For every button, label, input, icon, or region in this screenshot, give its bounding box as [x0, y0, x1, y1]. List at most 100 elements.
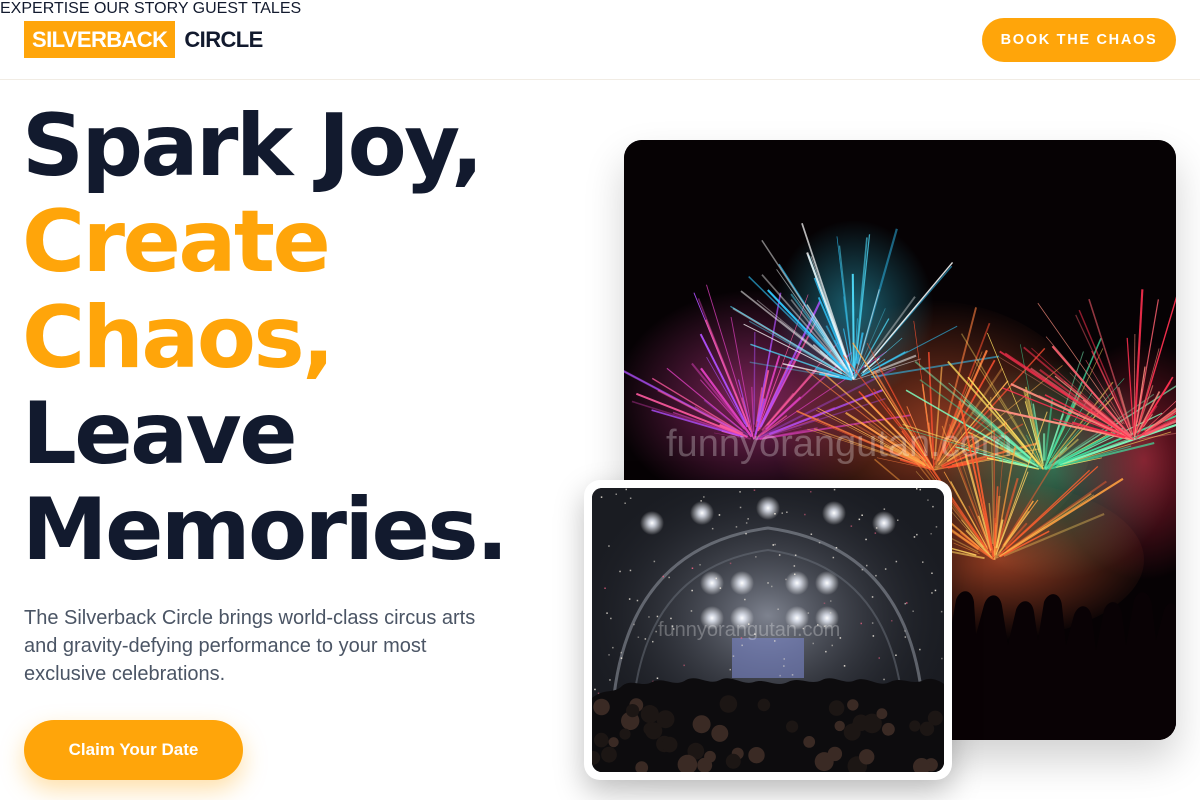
- headline-line-2: Create: [22, 192, 331, 292]
- confetti-piece: [732, 655, 735, 657]
- site-header: SILVERBACK CIRCLE EXPERTISE OUR STORY GU…: [0, 0, 1200, 80]
- confetti-piece: [932, 505, 934, 508]
- crowd-head: [828, 700, 845, 716]
- confetti-piece: [861, 568, 864, 571]
- confetti-piece: [690, 610, 693, 612]
- confetti-piece: [656, 677, 659, 679]
- stage-light: [640, 511, 664, 535]
- crowd-head: [852, 714, 870, 732]
- crowd-head: [626, 704, 640, 718]
- confetti-piece: [637, 636, 640, 638]
- confetti-piece: [711, 527, 714, 530]
- confetti-piece: [865, 538, 867, 541]
- book-the-chaos-button[interactable]: BOOK THE CHAOS: [982, 18, 1176, 62]
- confetti-piece: [741, 644, 743, 647]
- confetti-piece: [786, 511, 788, 513]
- crowd-head: [859, 749, 875, 765]
- confetti-piece: [683, 664, 685, 667]
- confetti-piece: [810, 491, 812, 493]
- headline-line-1: Spark Joy,: [22, 96, 484, 196]
- confetti-piece: [904, 636, 907, 638]
- confetti-piece: [904, 630, 906, 632]
- confetti-piece: [624, 502, 626, 504]
- crowd-head: [711, 724, 729, 742]
- confetti-piece: [793, 565, 796, 567]
- confetti-piece: [804, 513, 806, 516]
- logo-word: CIRCLE: [184, 26, 263, 52]
- confetti-piece: [850, 525, 853, 527]
- confetti-piece: [791, 674, 794, 676]
- crowd-head: [814, 752, 834, 772]
- confetti-piece: [778, 554, 781, 556]
- confetti-piece: [615, 493, 617, 495]
- confetti-piece: [940, 610, 943, 613]
- confetti-piece: [612, 646, 614, 649]
- confetti-piece: [604, 587, 606, 589]
- nav-item-our-story[interactable]: OUR STORY: [94, 0, 188, 17]
- confetti-piece: [829, 612, 832, 614]
- claim-your-date-button[interactable]: Claim Your Date: [24, 720, 243, 780]
- confetti-piece: [691, 567, 694, 569]
- crowd-head: [608, 737, 619, 748]
- confetti-piece: [735, 526, 738, 528]
- crowd-head: [661, 736, 678, 753]
- confetti-piece: [715, 577, 717, 580]
- headline-line-3: Chaos,: [22, 288, 335, 388]
- confetti-piece: [636, 599, 639, 602]
- crowd-head: [725, 753, 741, 769]
- confetti-piece: [625, 488, 627, 491]
- confetti-piece: [906, 602, 908, 604]
- confetti-piece: [833, 488, 836, 491]
- confetti-piece: [691, 589, 693, 592]
- confetti-piece: [699, 564, 701, 566]
- confetti-piece: [774, 543, 776, 546]
- confetti-piece: [916, 488, 918, 490]
- nav-item-guest-tales[interactable]: GUEST TALES: [193, 0, 301, 17]
- confetti-piece: [794, 554, 797, 556]
- confetti-piece: [875, 527, 878, 529]
- crowd-head: [719, 695, 738, 713]
- confetti-piece: [729, 668, 731, 671]
- confetti-piece: [931, 572, 933, 574]
- confetti-piece: [747, 518, 749, 520]
- confetti-piece: [913, 536, 916, 538]
- image-watermark-small: funnyorangutan.com: [658, 619, 841, 641]
- crowd-head: [640, 705, 659, 724]
- crowd-head: [593, 698, 610, 716]
- crowd-head: [601, 746, 617, 763]
- confetti-piece: [785, 578, 787, 581]
- confetti-piece: [832, 556, 835, 559]
- crowd-head: [876, 708, 888, 720]
- confetti-piece: [931, 592, 933, 594]
- confetti-piece: [753, 489, 756, 491]
- confetti-piece: [610, 617, 612, 620]
- confetti-piece: [771, 585, 773, 588]
- stage-light: [730, 571, 754, 595]
- confetti-piece: [729, 562, 732, 565]
- confetti-piece: [919, 648, 921, 651]
- crowd-head: [594, 732, 609, 748]
- confetti-piece: [600, 496, 603, 498]
- confetti-piece: [781, 512, 783, 514]
- confetti-piece: [927, 499, 929, 501]
- crowd-head: [882, 722, 895, 736]
- confetti-piece: [772, 544, 774, 546]
- confetti-piece: [930, 533, 932, 535]
- brand-logo[interactable]: SILVERBACK CIRCLE: [24, 21, 263, 58]
- confetti-piece: [703, 496, 705, 498]
- image-watermark: funnyorangutan.com: [666, 423, 1013, 465]
- confetti-piece: [594, 688, 596, 691]
- confetti-piece: [739, 491, 741, 493]
- crowd-head: [619, 728, 631, 740]
- confetti-piece: [628, 598, 631, 600]
- confetti-piece: [774, 513, 776, 515]
- stage-light: [700, 571, 724, 595]
- confetti-piece: [818, 541, 821, 544]
- nav-item-expertise[interactable]: EXPERTISE: [0, 0, 90, 17]
- crowd-head: [847, 699, 859, 711]
- crowd-head: [645, 722, 663, 740]
- confetti-piece: [875, 574, 877, 577]
- confetti-piece: [883, 508, 886, 510]
- hero-description: The Silverback Circle brings world-class…: [24, 607, 476, 685]
- confetti-piece: [653, 560, 656, 563]
